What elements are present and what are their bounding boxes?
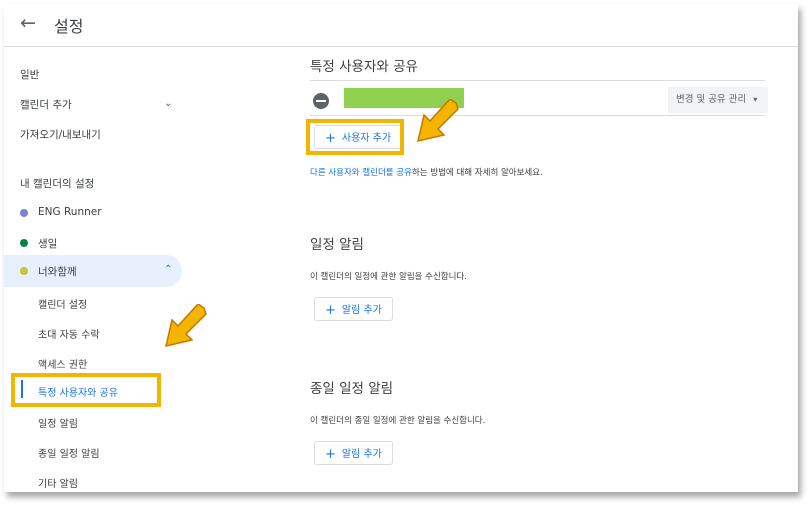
allday-notifications-desc: 이 캘린더의 종일 일정에 관한 알림을 수신합니다. [310,416,486,426]
sidebar-calendar-with-you[interactable]: 너와함께 [38,264,77,279]
plus-icon: + [325,447,336,462]
event-notifications-title: 일정 알림 [310,237,364,253]
share-help-rest: 하는 방법에 대해 자세히 알아보세요. [411,168,543,178]
sidebar: 일반 캘린더 추가 ⌄ 가져오기/내보내기 내 캘린더의 설정 ENG Runn… [4,47,189,492]
share-section-title: 특정 사용자와 공유 [310,59,418,75]
event-notifications-desc: 이 캘린더의 일정에 관한 알림을 수신합니다. [310,272,467,282]
avatar [313,93,329,109]
highlight-box [11,373,161,407]
calendar-color-dot [20,267,28,275]
add-allday-notification-button[interactable]: + 알림 추가 [314,441,393,465]
header: ← 설정 [4,4,798,47]
sidebar-section-title: 내 캘린더의 설정 [20,178,95,190]
sidebar-sub-event-notifications[interactable]: 일정 알림 [38,415,78,430]
sidebar-calendar-birthday[interactable]: 생일 [38,236,57,251]
arrow-pointer-icon [164,304,207,348]
manage-sharing-select[interactable]: 변경 및 공유 관리 ▾ [668,87,768,113]
divider [310,80,765,81]
sidebar-sub-access[interactable]: 액세스 권한 [38,356,87,371]
dropdown-arrow-icon: ▾ [753,95,758,104]
manage-sharing-label: 변경 및 공유 관리 [676,94,747,105]
sidebar-sub-calendar-settings[interactable]: 캘린더 설정 [38,296,87,311]
sidebar-sub-auto-accept[interactable]: 초대 자동 수락 [38,326,100,341]
chevron-up-icon[interactable]: ⌃ [164,264,172,275]
sidebar-sub-other-notifications[interactable]: 기타 알림 [38,475,78,490]
add-notification-label: 알림 추가 [341,305,382,316]
active-calendar-highlight[interactable] [4,255,182,287]
divider [310,115,765,116]
add-event-notification-button[interactable]: + 알림 추가 [314,297,393,321]
settings-window: ← 설정 일반 캘린더 추가 ⌄ 가져오기/내보내기 내 캘린더의 설정 ENG… [4,4,798,492]
calendar-color-dot [20,209,28,217]
main-content: 특정 사용자와 공유 변경 및 공유 관리 ▾ + 사용자 추가 다른 사용자와 … [294,47,798,492]
sidebar-item-add-calendar[interactable]: 캘린더 추가 [20,97,72,112]
arrow-pointer-icon [416,99,459,143]
sidebar-sub-allday-notifications[interactable]: 종일 일정 알림 [38,445,100,460]
page-title: 설정 [54,17,84,36]
sidebar-item-import-export[interactable]: 가져오기/내보내기 [20,127,101,142]
chevron-down-icon[interactable]: ⌄ [164,98,172,109]
plus-icon: + [325,303,336,318]
share-help-note: 다른 사용자와 캘린더를 공유하는 방법에 대해 자세히 알아보세요. [310,166,543,178]
add-notification-label: 알림 추가 [341,449,382,460]
sidebar-calendar-eng-runner[interactable]: ENG Runner [38,206,102,218]
sidebar-item-general[interactable]: 일반 [20,67,39,82]
calendar-color-dot [20,239,28,247]
allday-notifications-title: 종일 일정 알림 [310,381,394,397]
highlight-box [306,119,404,155]
back-arrow-icon[interactable]: ← [20,12,36,34]
share-help-link[interactable]: 다른 사용자와 캘린더를 공유 [310,168,412,178]
